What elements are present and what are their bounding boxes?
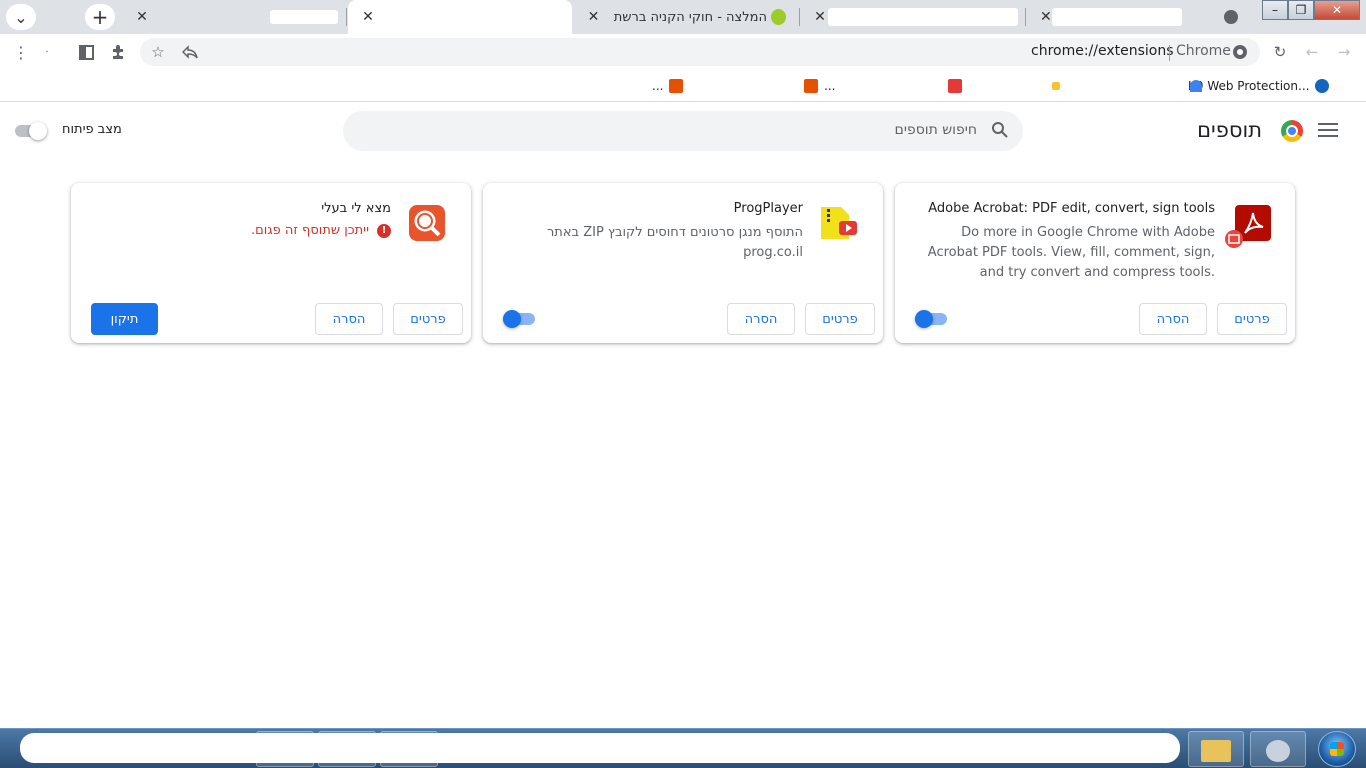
- extensions-puzzle-icon[interactable]: [107, 42, 129, 62]
- chevron-down-icon: ⌄: [14, 7, 28, 27]
- page-title: תוספים: [1197, 118, 1262, 142]
- side-panel-icon[interactable]: [75, 42, 97, 62]
- bookmark-item[interactable]: [948, 76, 962, 96]
- redaction: [270, 10, 338, 24]
- bookmark-star-icon[interactable]: ☆: [147, 42, 169, 62]
- taskbar-app-button[interactable]: [1250, 731, 1306, 767]
- extension-description: Do more in Google Chrome with Adobe Acro…: [927, 225, 1215, 280]
- search-extensions-input[interactable]: חיפוש תוספים: [343, 111, 1023, 151]
- redaction: [970, 74, 1040, 96]
- restore-icon: ❐: [1295, 3, 1307, 17]
- bookmark-item[interactable]: K9 Web Protection...: [1188, 76, 1330, 96]
- tab-active[interactable]: ✕: [348, 0, 572, 34]
- search-icon: [992, 122, 1008, 138]
- k9-shield-icon: [1315, 79, 1330, 93]
- extension-name: מצא לי בעלי: [321, 201, 391, 216]
- hamburger-menu-icon[interactable]: [1318, 123, 1338, 139]
- extension-name: ProgPlayer: [733, 201, 803, 216]
- close-window-button[interactable]: ✕: [1314, 0, 1360, 20]
- magnifier-search-icon: [407, 203, 447, 243]
- tab[interactable]: ✕ המלצה - חוקי הקניה ברשת ה: [574, 0, 798, 34]
- forward-arrow-icon[interactable]: →: [1333, 42, 1355, 62]
- profile-icon[interactable]: ·: [36, 42, 58, 62]
- wifi-icon: [1190, 80, 1202, 92]
- folder-icon: [1201, 740, 1231, 762]
- details-button[interactable]: פרטים: [1217, 303, 1287, 335]
- remove-button[interactable]: הסרה: [727, 303, 795, 335]
- extension-card-adobe-acrobat: Adobe Acrobat: PDF edit, convert, sign t…: [895, 183, 1295, 343]
- chrome-site-icon: [1229, 42, 1251, 62]
- redaction: [1052, 8, 1182, 26]
- progplayer-zip-video-icon: [819, 203, 859, 243]
- extensions-header: תוספים חיפוש תוספים מצב פיתוח: [0, 103, 1366, 159]
- bookmark-item[interactable]: [1190, 76, 1202, 96]
- omnibox-divider: [1169, 45, 1170, 61]
- reload-icon[interactable]: ↻: [1269, 42, 1291, 62]
- remove-button[interactable]: הסרה: [315, 303, 383, 335]
- redaction: [860, 74, 940, 96]
- redaction: [828, 8, 1018, 26]
- tab-search-button[interactable]: ⌄: [6, 4, 36, 30]
- close-tab-icon[interactable]: ✕: [812, 9, 828, 25]
- bookmark-item[interactable]: ...: [652, 76, 684, 96]
- repair-button[interactable]: תיקון: [91, 303, 158, 335]
- extension-error: ! ייתכן שתוסף זה פגום.: [251, 223, 391, 238]
- extension-enable-toggle[interactable]: [503, 310, 535, 328]
- close-tab-icon[interactable]: ✕: [586, 9, 601, 25]
- extension-name: Adobe Acrobat: PDF edit, convert, sign t…: [928, 201, 1215, 216]
- browser-toolbar: ⋮ · ☆ chrome://extensions Chrome ↻ ← →: [0, 34, 1366, 70]
- bookmark-favicon-icon: [804, 79, 818, 93]
- redaction: [1075, 74, 1175, 96]
- back-arrow-icon[interactable]: ←: [1301, 42, 1323, 62]
- extension-card-corrupted: מצא לי בעלי ! ייתכן שתוסף זה פגום. פרטים…: [71, 183, 471, 343]
- close-tab-icon[interactable]: ✕: [134, 9, 150, 25]
- details-button[interactable]: פרטים: [805, 303, 875, 335]
- extension-description: התוסף מנגן סרטונים דחוסים לקובץ ZIP באתר…: [546, 225, 803, 260]
- bookmark-favicon-icon: [1052, 82, 1060, 90]
- developer-mode-toggle[interactable]: [15, 122, 47, 140]
- bookmark-label: ...: [824, 79, 836, 93]
- bookmark-label: K9 Web Protection...: [1188, 79, 1310, 93]
- windows-taskbar: [0, 728, 1366, 768]
- bookmark-favicon-icon: [948, 79, 962, 93]
- site-favicon-icon: [770, 9, 787, 25]
- globe-icon: [1224, 10, 1238, 24]
- plus-icon: +: [91, 5, 109, 29]
- extension-card-progplayer: ProgPlayer התוסף מנגן סרטונים דחוסים לקו…: [483, 183, 883, 343]
- developer-mode-label: מצב פיתוח: [62, 122, 122, 137]
- remove-button[interactable]: הסרה: [1139, 303, 1207, 335]
- minimize-icon: –: [1272, 3, 1278, 17]
- close-tab-icon[interactable]: ✕: [360, 9, 376, 25]
- details-button[interactable]: פרטים: [393, 303, 463, 335]
- redaction: [20, 733, 1180, 763]
- adobe-acrobat-icon: [1225, 203, 1271, 248]
- extension-error-text: ייתכן שתוסף זה פגום.: [251, 223, 369, 238]
- search-placeholder: חיפוש תוספים: [894, 122, 977, 138]
- redaction: [200, 74, 640, 96]
- bookmark-item[interactable]: [1052, 76, 1060, 96]
- maximize-button[interactable]: ❐: [1288, 0, 1314, 20]
- bookmark-favicon-icon: [669, 79, 684, 93]
- kebab-menu-icon[interactable]: ⋮: [10, 42, 32, 62]
- redaction: [700, 78, 800, 94]
- taskbar-explorer-button[interactable]: [1188, 731, 1244, 767]
- chrome-logo-icon: [1281, 120, 1303, 142]
- bookmark-item[interactable]: ...: [804, 76, 835, 96]
- minimize-button[interactable]: –: [1262, 0, 1288, 20]
- tab-title: המלצה - חוקי הקניה ברשת ה: [609, 9, 767, 25]
- url-text[interactable]: chrome://extensions: [1031, 43, 1174, 59]
- site-chip-label[interactable]: Chrome: [1176, 43, 1231, 59]
- tab-strip: ⌄ + ✕ ✕ ✕ המלצה - חוקי הקניה ברשת ה ✕ ✕ …: [0, 0, 1366, 34]
- new-tab-button[interactable]: +: [85, 4, 115, 30]
- share-icon[interactable]: [179, 42, 201, 62]
- bookmarks-bar: K9 Web Protection... ... ...: [0, 70, 1366, 102]
- settings-icon: [1266, 740, 1290, 762]
- extension-enable-toggle[interactable]: [915, 310, 947, 328]
- error-icon: !: [377, 223, 391, 238]
- windows-start-button[interactable]: [1318, 731, 1356, 767]
- close-icon: ✕: [1331, 3, 1343, 17]
- tab-divider: [346, 8, 347, 26]
- bookmark-label: ...: [652, 79, 664, 93]
